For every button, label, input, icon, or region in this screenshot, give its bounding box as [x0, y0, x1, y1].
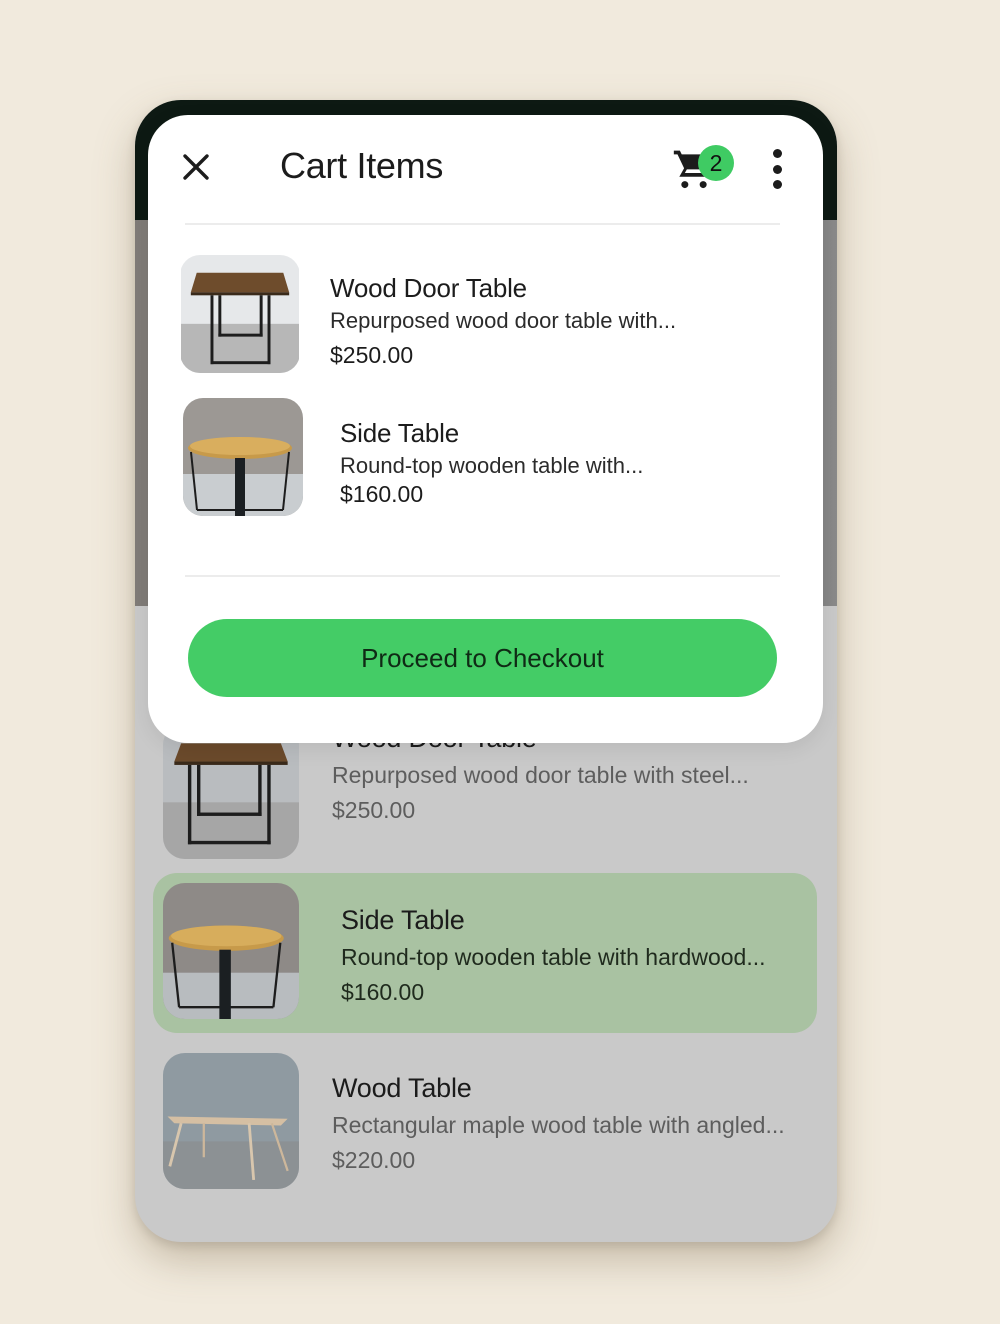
cart-modal: Cart Items 2 Wood Door Table Repurposed … [148, 115, 823, 743]
product-price: $250.00 [332, 797, 416, 823]
more-vert-icon [772, 149, 782, 158]
cart-item[interactable]: Side Table Round-top wooden table with..… [183, 398, 783, 523]
product-list-item[interactable]: Wood Table Rectangular maple wood table … [163, 1053, 827, 1213]
cart-button[interactable]: 2 [672, 145, 738, 191]
product-description: Rectangular maple wood table with angled… [332, 1112, 785, 1138]
product-price: $220.00 [332, 1147, 416, 1173]
cart-item-title: Wood Door Table [330, 273, 527, 303]
cart-item[interactable]: Wood Door Table Repurposed wood door tab… [180, 255, 780, 380]
product-list-item[interactable]: Wood Door Table Repurposed wood door tab… [163, 723, 827, 883]
product-list-item-selected[interactable]: Side Table Round-top wooden table with h… [153, 873, 817, 1033]
modal-title: Cart Items [280, 145, 444, 186]
cart-count-badge: 2 [698, 145, 734, 181]
cart-item-thumbnail-side-table [183, 398, 303, 516]
product-thumbnail-maple-wood-table [163, 1053, 299, 1189]
product-title: Wood Table [332, 1073, 472, 1103]
product-price: $160.00 [341, 979, 425, 1005]
divider [185, 575, 780, 577]
cart-item-title: Side Table [340, 418, 459, 448]
product-thumbnail-wood-door-table [163, 723, 299, 859]
cart-item-price: $250.00 [330, 342, 414, 368]
divider [185, 223, 780, 225]
cart-item-thumbnail-wood-door-table [180, 255, 300, 373]
more-options-button[interactable] [766, 149, 788, 189]
product-description: Repurposed wood door table with steel... [332, 762, 749, 788]
cart-item-description: Round-top wooden table with... [340, 453, 644, 478]
close-button[interactable] [178, 149, 214, 185]
product-thumbnail-side-table [163, 883, 299, 1019]
cart-item-description: Repurposed wood door table with... [330, 308, 677, 333]
proceed-to-checkout-button[interactable]: Proceed to Checkout [188, 619, 777, 697]
close-icon [183, 154, 209, 180]
product-description: Round-top wooden table with hardwood... [341, 944, 766, 970]
cart-item-price: $160.00 [340, 481, 424, 507]
product-title: Side Table [341, 905, 465, 935]
